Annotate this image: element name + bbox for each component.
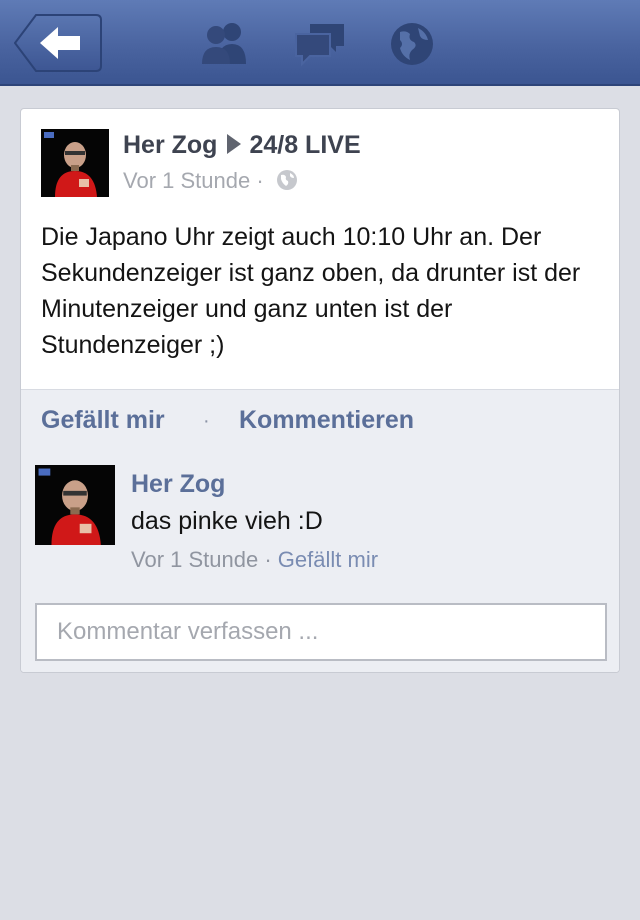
comment-timestamp: Vor 1 Stunde <box>131 547 259 572</box>
friends-icon[interactable] <box>200 20 250 68</box>
comment-author-name[interactable]: Her Zog <box>131 470 225 499</box>
post-timestamp[interactable]: Vor 1 Stunde <box>123 168 250 193</box>
back-button[interactable] <box>14 14 102 72</box>
post-author-avatar[interactable] <box>41 129 109 197</box>
comment-text: das pinke vieh :D <box>131 507 323 535</box>
top-navigation-bar <box>0 0 640 86</box>
post-actions-area: Gefällt mir · Kommentieren Her Zog das p… <box>21 389 619 672</box>
comment-input[interactable] <box>35 603 607 661</box>
comment-meta: Vor 1 Stunde · Gefällt mir <box>131 547 378 573</box>
post-author-name[interactable]: Her Zog <box>123 131 217 159</box>
like-button[interactable]: Gefällt mir <box>41 406 165 435</box>
comment-like-link[interactable]: Gefällt mir <box>278 547 378 572</box>
comment-button[interactable]: Kommentieren <box>239 406 414 435</box>
post-target-page[interactable]: 24/8 LIVE <box>249 131 360 159</box>
comment-meta-separator: · <box>264 547 272 572</box>
globe-icon[interactable] <box>388 20 438 68</box>
action-separator: · <box>203 410 210 432</box>
play-arrow-icon <box>227 134 242 154</box>
post-meta: Vor 1 Stunde · <box>123 168 298 197</box>
post-header: Her Zog 24/8 LIVE <box>123 131 361 160</box>
post-body-text: Die Japano Uhr zeigt auch 10:10 Uhr an. … <box>41 223 581 359</box>
privacy-globe-icon <box>276 169 298 197</box>
comment-author-avatar[interactable] <box>35 465 115 545</box>
back-arrow-icon <box>14 14 102 72</box>
post-card: Her Zog 24/8 LIVE Vor 1 Stunde · Die Japa… <box>20 108 620 673</box>
messages-icon[interactable] <box>294 20 344 68</box>
meta-separator: · <box>256 168 264 193</box>
